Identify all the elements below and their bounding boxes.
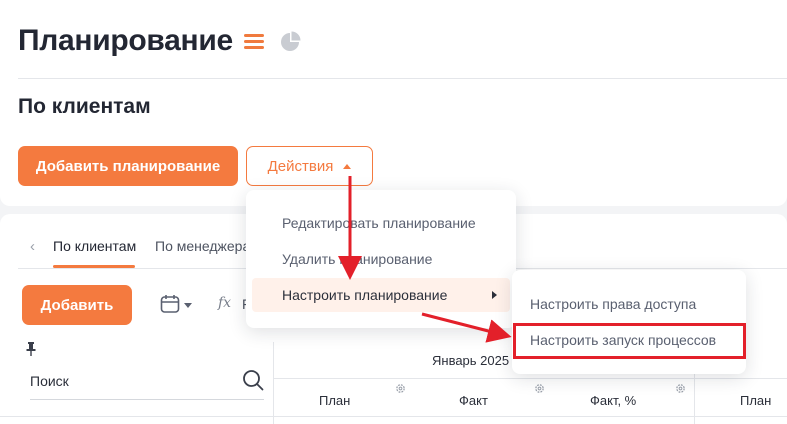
- menu-item-configure-plan-label: Настроить планирование: [282, 287, 448, 303]
- fx-icon[interactable]: fx: [218, 295, 231, 311]
- menu-item-delete-plan[interactable]: Удалить планирование: [282, 251, 432, 267]
- search-input[interactable]: Поиск: [30, 373, 69, 389]
- pie-chart-icon[interactable]: [279, 31, 301, 53]
- annotation-highlight-box: [513, 323, 746, 359]
- tab-by-clients[interactable]: По клиентам: [53, 238, 136, 254]
- search-icon[interactable]: [242, 369, 264, 391]
- section-title: По клиентам: [18, 95, 151, 118]
- column-header-fact: Факт: [459, 393, 488, 408]
- month-header-divider: [273, 378, 787, 379]
- actions-menu: Редактировать планирование Удалить плани…: [246, 190, 516, 328]
- header-divider: [18, 78, 787, 79]
- chevron-right-icon: [492, 291, 497, 299]
- actions-button[interactable]: Действия: [246, 146, 373, 186]
- calendar-icon[interactable]: [160, 294, 180, 314]
- column-header-plan-2: План: [740, 393, 772, 408]
- chevron-down-icon[interactable]: [184, 303, 192, 308]
- column-header-fact-percent: Факт, %: [590, 393, 637, 408]
- gear-icon[interactable]: [675, 383, 686, 394]
- search-underline: [30, 399, 264, 400]
- page-title: Планирование: [18, 24, 233, 57]
- pin-icon[interactable]: [26, 342, 36, 356]
- actions-button-label: Действия: [267, 157, 334, 175]
- add-button[interactable]: Добавить: [22, 285, 132, 325]
- list-view-icon[interactable]: [244, 34, 264, 50]
- table-header-divider: [0, 416, 787, 417]
- column-header-plan: План: [319, 393, 351, 408]
- caret-up-icon: [343, 163, 352, 169]
- month-header: Январь 2025: [432, 353, 510, 368]
- tab-by-managers[interactable]: По менеджера: [155, 238, 250, 254]
- add-plan-button[interactable]: Добавить планирование: [18, 146, 238, 186]
- table-column-divider: [273, 342, 274, 424]
- menu-item-edit-plan[interactable]: Редактировать планирование: [282, 215, 476, 231]
- gear-icon[interactable]: [395, 383, 406, 394]
- chevron-left-icon[interactable]: ‹: [30, 238, 35, 255]
- submenu-item-access-rights[interactable]: Настроить права доступа: [530, 296, 696, 312]
- gear-icon[interactable]: [534, 383, 545, 394]
